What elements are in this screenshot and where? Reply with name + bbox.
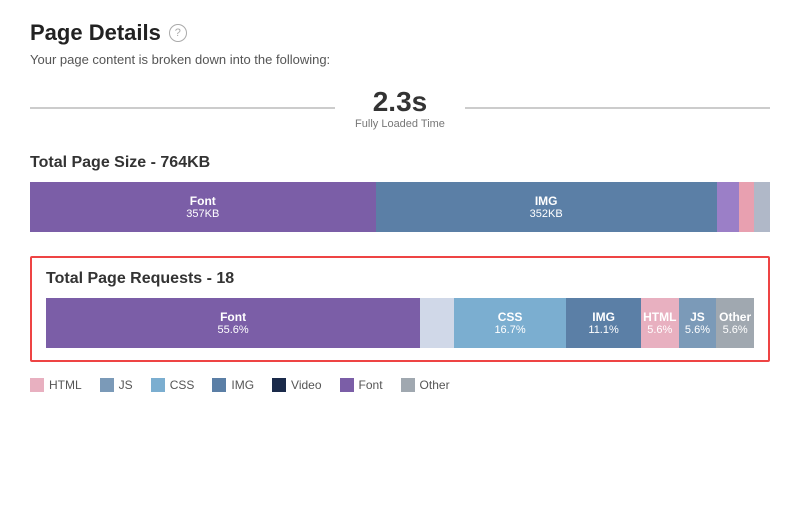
timeline-desc: Fully Loaded Time bbox=[355, 118, 445, 130]
requests-bar-segment: HTML5.6% bbox=[641, 298, 679, 348]
legend-label: Video bbox=[291, 378, 321, 392]
legend-color-swatch bbox=[100, 378, 114, 392]
requests-section-header: Total Page Requests - 18 bbox=[46, 270, 754, 288]
timeline-time: 2.3s bbox=[355, 87, 445, 118]
legend-label: Font bbox=[359, 378, 383, 392]
size-bar: Font357KBIMG352KB bbox=[30, 182, 770, 232]
legend-item: JS bbox=[100, 378, 133, 392]
size-bar-segment bbox=[754, 182, 770, 232]
page-title-row: Page Details ? bbox=[30, 20, 770, 46]
requests-bar-segment: Font55.6% bbox=[46, 298, 420, 348]
requests-bar-segment: IMG11.1% bbox=[566, 298, 641, 348]
requests-section: Total Page Requests - 18 Font55.6% CSS16.… bbox=[30, 256, 770, 362]
page-title: Page Details bbox=[30, 20, 161, 46]
timeline-section: 2.3s Fully Loaded Time bbox=[30, 87, 770, 130]
subtitle: Your page content is broken down into th… bbox=[30, 52, 770, 67]
requests-bar-segment: Other5.6% bbox=[716, 298, 754, 348]
requests-bar-segment bbox=[420, 298, 454, 348]
legend-label: CSS bbox=[170, 378, 195, 392]
timeline-label: 2.3s Fully Loaded Time bbox=[335, 87, 465, 130]
legend: HTML JS CSS IMG Video Font Other bbox=[30, 378, 770, 392]
legend-color-swatch bbox=[212, 378, 226, 392]
size-bar-segment bbox=[717, 182, 739, 232]
legend-item: Video bbox=[272, 378, 321, 392]
requests-bar-segment: JS5.6% bbox=[679, 298, 717, 348]
legend-color-swatch bbox=[340, 378, 354, 392]
legend-color-swatch bbox=[30, 378, 44, 392]
size-section-header: Total Page Size - 764KB bbox=[30, 154, 770, 172]
legend-item: CSS bbox=[151, 378, 195, 392]
legend-color-swatch bbox=[272, 378, 286, 392]
legend-item: HTML bbox=[30, 378, 82, 392]
legend-label: HTML bbox=[49, 378, 82, 392]
requests-bar-segment: CSS16.7% bbox=[454, 298, 566, 348]
legend-item: IMG bbox=[212, 378, 254, 392]
requests-bar: Font55.6% CSS16.7%IMG11.1%HTML5.6%JS5.6%O… bbox=[46, 298, 754, 348]
legend-item: Font bbox=[340, 378, 383, 392]
legend-label: Other bbox=[420, 378, 450, 392]
legend-label: JS bbox=[119, 378, 133, 392]
size-bar-segment: IMG352KB bbox=[376, 182, 717, 232]
help-icon[interactable]: ? bbox=[169, 24, 187, 42]
legend-color-swatch bbox=[401, 378, 415, 392]
legend-item: Other bbox=[401, 378, 450, 392]
size-bar-segment: Font357KB bbox=[30, 182, 376, 232]
legend-label: IMG bbox=[231, 378, 254, 392]
legend-color-swatch bbox=[151, 378, 165, 392]
size-bar-segment bbox=[739, 182, 754, 232]
